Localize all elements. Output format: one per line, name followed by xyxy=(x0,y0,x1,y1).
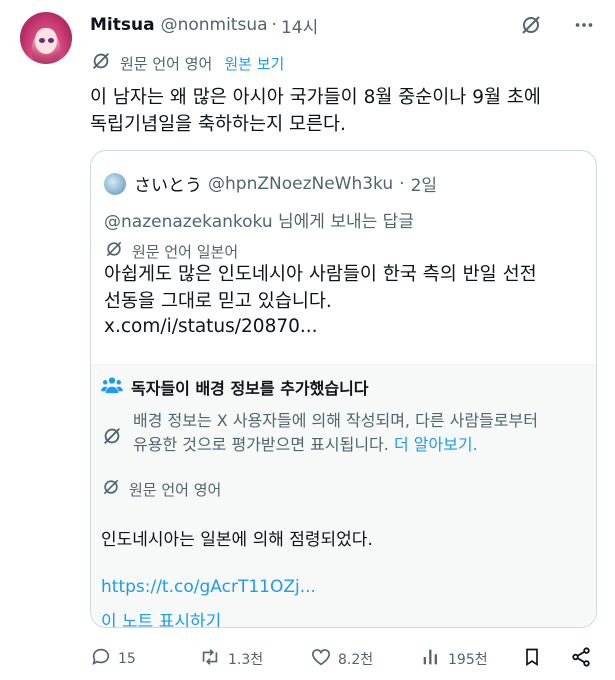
quote-author-handle: @hpnZNoezNeWh3ku xyxy=(208,173,394,194)
bookmark-button[interactable] xyxy=(522,646,548,672)
separator-dot: · xyxy=(271,15,277,35)
heart-icon xyxy=(310,646,338,672)
show-original-link[interactable]: 원본 보기 xyxy=(224,53,284,74)
note-translation-label: 원문 언어 영어 xyxy=(129,480,222,499)
analytics-icon xyxy=(420,646,448,672)
quote-time: 2일 xyxy=(410,176,438,196)
quote-header: さいとう @hpnZNoezNeWh3ku · 2일 xyxy=(104,171,437,196)
translate-slash-icon xyxy=(90,50,120,76)
reply-to-label: @nazenazekankoku 님에게 보내는 답글 xyxy=(104,212,414,232)
like-button[interactable]: 8.2천 xyxy=(310,646,373,672)
author-avatar[interactable] xyxy=(20,12,72,64)
note-info-text: 배경 정보는 X 사용자들에 의해 작성되며, 다른 사람들로부터 유용한 것으… xyxy=(133,409,583,457)
translate-slash-icon xyxy=(101,477,129,501)
action-bar: 15 1.3천 8.2천 195천 xyxy=(90,646,600,676)
learn-more-link[interactable]: 더 알아보기. xyxy=(394,435,478,454)
tweet-header: Mitsua @nonmitsua · 14시 xyxy=(90,13,595,38)
quote-avatar xyxy=(104,172,126,195)
note-link[interactable]: https://t.co/gAcrT11OZj... xyxy=(101,577,316,597)
view-count: 195천 xyxy=(448,652,488,668)
quote-author-name: さいとう xyxy=(134,176,202,196)
reply-icon xyxy=(90,646,118,672)
note-body: 인도네시아는 일본에 의해 점령되었다. xyxy=(101,530,373,550)
people-icon xyxy=(101,376,131,398)
community-note: 독자들이 배경 정보를 추가했습니다 배경 정보는 X 사용자들에 의해 작성되… xyxy=(91,364,596,627)
share-icon xyxy=(570,646,598,672)
quoted-tweet[interactable]: さいとう @hpnZNoezNeWh3ku · 2일 @nazenazekank… xyxy=(90,150,597,628)
tweet-time[interactable]: 14시 xyxy=(281,13,318,38)
repost-button[interactable]: 1.3천 xyxy=(198,646,263,672)
translation-row: 원문 언어 영어 원본 보기 xyxy=(90,50,284,76)
note-translation-row: 원문 언어 영어 xyxy=(101,477,221,501)
show-note-link[interactable]: 이 노트 표시하기 xyxy=(101,607,221,627)
author-name[interactable]: Mitsua xyxy=(90,15,155,35)
quote-translation-row: 원문 언어 일본어 xyxy=(104,239,238,263)
tweet-text: 이 남자는 왜 많은 아시아 국가들이 8월 중순이나 9월 초에 독립기념일을… xyxy=(90,87,541,135)
note-title-row: 독자들이 배경 정보를 추가했습니다 xyxy=(101,375,369,399)
reply-button[interactable]: 15 xyxy=(90,646,136,672)
grok-icon[interactable] xyxy=(519,13,543,42)
bookmark-icon xyxy=(522,646,548,672)
quote-text: 아쉽게도 많은 인도네시아 사람들이 한국 측의 반일 선전 선동을 그대로 믿… xyxy=(104,264,537,312)
like-count: 8.2천 xyxy=(338,652,374,668)
views-button[interactable]: 195천 xyxy=(420,646,488,672)
translate-slash-icon xyxy=(101,425,123,451)
quote-link[interactable]: x.com/i/status/20870... xyxy=(104,316,318,337)
note-title: 독자들이 배경 정보를 추가했습니다 xyxy=(131,379,369,398)
author-handle[interactable]: @nonmitsua xyxy=(161,15,268,35)
translate-slash-icon xyxy=(104,239,132,263)
separator-dot: · xyxy=(399,173,405,194)
repost-icon xyxy=(198,646,228,672)
share-button[interactable] xyxy=(570,646,598,672)
repost-count: 1.3천 xyxy=(228,652,264,668)
quote-translation-label: 원문 언어 일본어 xyxy=(132,242,239,261)
translation-label: 원문 언어 영어 xyxy=(120,54,213,73)
more-icon[interactable] xyxy=(573,14,595,41)
reply-count: 15 xyxy=(118,651,136,667)
